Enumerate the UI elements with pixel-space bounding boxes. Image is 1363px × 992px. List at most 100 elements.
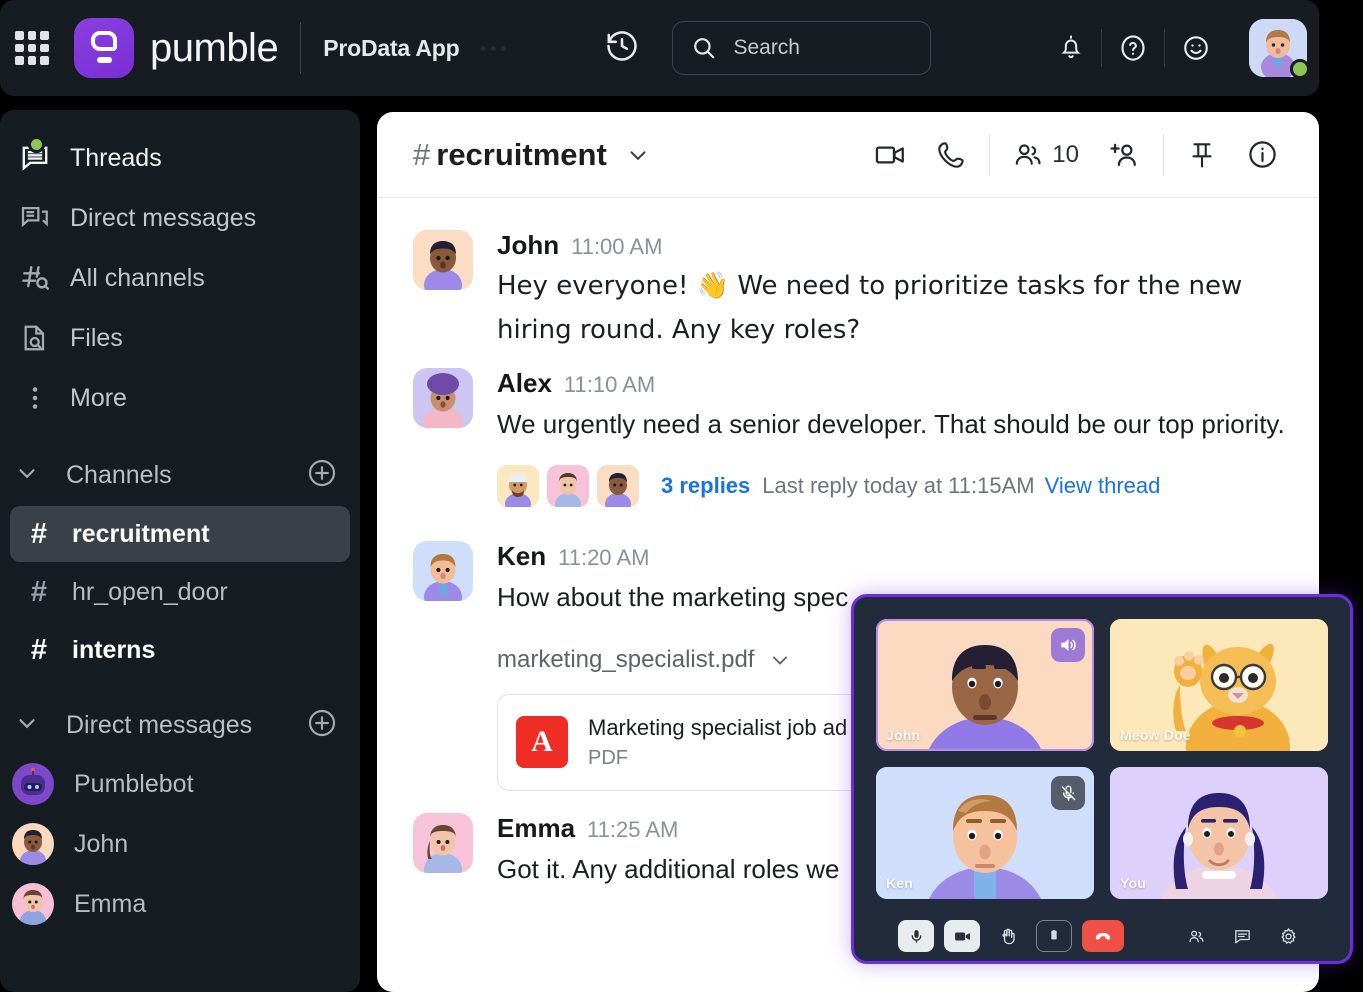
mic-muted-icon <box>1051 776 1085 810</box>
smiley-icon[interactable] <box>1181 33 1211 63</box>
sidebar-channel-recruitment[interactable]: # recruitment <box>10 506 350 562</box>
bell-icon[interactable] <box>1057 34 1085 62</box>
participant-tile-ken[interactable]: Ken <box>876 767 1094 899</box>
channel-label: interns <box>72 635 156 664</box>
sidebar-dm-emma[interactable]: Emma <box>0 136 360 934</box>
brand-logo[interactable]: pumble <box>74 18 279 78</box>
raise-hand-button[interactable] <box>990 920 1026 952</box>
thread-replies-count[interactable]: 3 replies <box>661 473 750 499</box>
message-timestamp: 11:00 AM <box>571 234 663 259</box>
header-divider <box>300 22 302 74</box>
add-channel-button[interactable] <box>306 457 338 494</box>
apps-grid-icon[interactable] <box>13 29 51 67</box>
divider <box>1101 29 1102 67</box>
more-icon <box>14 382 56 414</box>
end-call-button[interactable] <box>1082 920 1124 952</box>
channel-header-actions: 10 <box>859 133 1293 176</box>
workspace-name[interactable]: ProData App <box>323 35 459 62</box>
message-item: John 11:00 AM Hey everyone! 👋 We need to… <box>377 220 1319 358</box>
sidebar-channel-hr-open-door[interactable]: # hr_open_door <box>10 564 350 620</box>
channel-label: recruitment <box>72 519 210 548</box>
sidebar-item-all-channels[interactable]: All channels <box>0 248 360 308</box>
chat-button[interactable] <box>1224 920 1260 952</box>
video-call-icon[interactable] <box>873 138 907 172</box>
info-icon[interactable] <box>1246 138 1279 171</box>
sidebar-item-more[interactable]: More <box>0 368 360 428</box>
sidebar-dm-pumblebot[interactable]: Pumblebot <box>0 136 360 814</box>
participant-tile-john[interactable]: John <box>876 619 1094 751</box>
section-label: Direct messages <box>66 710 253 739</box>
channels-section-header[interactable]: Channels <box>0 446 360 504</box>
microphone-button[interactable] <box>898 920 934 952</box>
message-author[interactable]: Ken <box>497 541 546 572</box>
thread-participant-avatars <box>497 465 647 508</box>
camera-button[interactable] <box>944 920 980 952</box>
help-circle-icon[interactable] <box>1118 33 1148 63</box>
brand-name: pumble <box>150 25 279 70</box>
avatar <box>12 823 54 865</box>
view-thread-link[interactable]: View thread <box>1045 473 1161 499</box>
member-count: 10 <box>1052 140 1079 168</box>
dm-label: Emma <box>74 889 147 918</box>
sidebar-item-label: All channels <box>70 263 205 292</box>
message-author[interactable]: Emma <box>497 813 575 844</box>
message-author[interactable]: Alex <box>497 368 552 399</box>
search-input[interactable]: Search <box>672 21 932 75</box>
participant-name: John <box>886 727 921 743</box>
message-timestamp: 11:25 AM <box>587 816 679 842</box>
gear-icon[interactable] <box>1270 920 1306 952</box>
attachment-filename-label: marketing_specialist.pdf <box>497 645 755 673</box>
sidebar-channel-interns[interactable]: # interns <box>10 622 350 678</box>
sidebar: Threads Direct messages All channels Fil… <box>0 110 360 992</box>
sidebar-item-label: Threads <box>70 143 162 172</box>
avatar <box>597 465 639 508</box>
history-icon[interactable] <box>604 28 640 69</box>
page-title[interactable]: # recruitment <box>413 137 607 173</box>
share-screen-button[interactable] <box>1036 920 1072 952</box>
message-item: Alex 11:10 AM We urgently need a senior … <box>377 358 1319 513</box>
hash-icon: # <box>30 517 48 550</box>
avatar <box>12 763 54 805</box>
top-navigation-bar: pumble ProData App Search <box>0 0 1319 96</box>
sidebar-item-direct-messages[interactable]: Direct messages <box>0 188 360 248</box>
sidebar-dm-john[interactable]: John <box>0 136 360 874</box>
avatar <box>413 230 473 290</box>
sidebar-item-label: Direct messages <box>70 203 257 232</box>
channel-dropdown-chevron-down-icon[interactable] <box>625 142 651 168</box>
attachment-type: PDF <box>588 746 628 769</box>
pin-icon[interactable] <box>1186 139 1218 171</box>
channel-label: hr_open_door <box>72 577 228 606</box>
user-avatar[interactable] <box>1249 19 1310 79</box>
attachment-card[interactable]: A Marketing specialist job ad PDF <box>497 693 871 791</box>
message-body: Alex 11:10 AM We urgently need a senior … <box>497 368 1289 508</box>
sidebar-item-threads[interactable]: Threads <box>0 128 360 188</box>
thread-summary[interactable]: 3 replies Last reply today at 11:15AM Vi… <box>497 465 1289 508</box>
phone-call-icon[interactable] <box>935 139 967 171</box>
participants-button[interactable] <box>1178 920 1214 952</box>
dms-section-header[interactable]: Direct messages <box>0 696 360 754</box>
direct-messages-icon <box>14 202 56 234</box>
message-body: John 11:00 AM Hey everyone! 👋 We need to… <box>497 230 1289 352</box>
message-timestamp: 11:10 AM <box>563 372 656 398</box>
message-author[interactable]: John <box>497 230 559 261</box>
divider <box>1163 133 1164 176</box>
new-dm-button[interactable] <box>306 707 338 744</box>
participant-tile-you[interactable]: You <box>1110 767 1328 899</box>
sidebar-item-label: Files <box>70 323 123 352</box>
members-icon[interactable]: 10 <box>1012 139 1079 171</box>
participant-tile-meow-doe[interactable]: Meow Doe <box>1110 619 1328 751</box>
chevron-down-icon <box>14 460 40 491</box>
avatar <box>413 812 473 873</box>
all-channels-icon <box>14 262 56 294</box>
attachment-meta: Marketing specialist job ad PDF <box>588 715 847 770</box>
attachment-chevron-down-icon[interactable] <box>768 648 792 672</box>
top-bar-right-controls <box>1041 19 1319 79</box>
divider <box>1164 29 1165 67</box>
search-placeholder: Search <box>733 36 800 59</box>
avatar <box>547 465 589 508</box>
search-icon <box>694 38 715 59</box>
avatar <box>497 465 539 508</box>
sidebar-item-files[interactable]: Files <box>0 308 360 368</box>
sidebar-item-label: More <box>70 383 127 412</box>
add-member-icon[interactable] <box>1107 138 1141 172</box>
